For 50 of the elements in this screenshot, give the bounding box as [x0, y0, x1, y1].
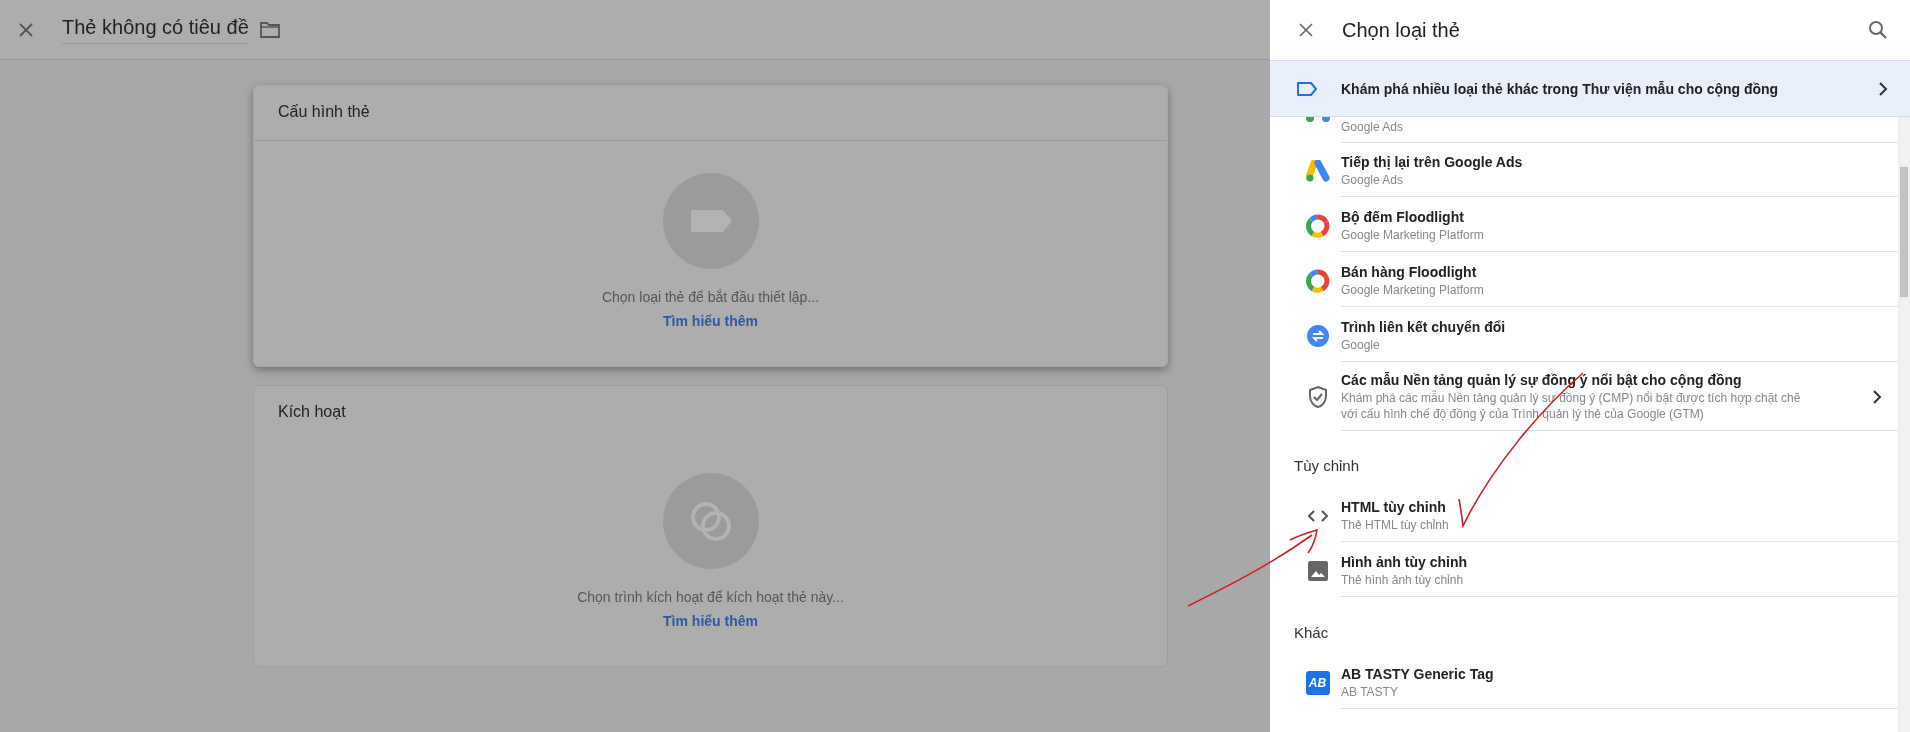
item-subtitle: Google Ads — [1341, 171, 1405, 188]
item-title: Các mẫu Nền tảng quản lý sự đồng ý nổi bật cho cộng đồng — [1341, 372, 1743, 388]
tag-type-item[interactable]: Tiếp thị lại trên Google Ads Google Ads — [1294, 143, 1898, 198]
tag-type-item[interactable]: Trình liên kết chuyển đổi Google — [1294, 308, 1898, 363]
item-subtitle: Khám phá các mẫu Nền tảng quản lý sự đồng ý (CMP) nổi bật được tích hợp chặt chẽ với cấu hình chế độ đồng ý của Trình quản lý thẻ của Google (GTM) — [1341, 390, 1802, 422]
item-subtitle: Google Marketing Platform — [1341, 226, 1485, 243]
item-subtitle: AB TASTY — [1341, 683, 1399, 700]
card-title: Cấu hình thẻ — [254, 86, 1167, 141]
item-title: AB TASTY Generic Tag — [1341, 665, 1495, 682]
folder-icon[interactable] — [258, 20, 281, 39]
card-prompt: Chọn loại thẻ để bắt đầu thiết lập... — [601, 289, 820, 305]
community-gallery-banner[interactable]: Khám phá nhiều loại thẻ khác trong Thư viện mẫu cho cộng đồng — [1270, 60, 1910, 117]
section-heading: Tùy chỉnh — [1294, 456, 1361, 476]
chevron-right-icon — [1878, 81, 1888, 96]
tag-name-field[interactable]: Thẻ không có tiêu đề — [62, 15, 249, 44]
item-subtitle: Google Ads — [1341, 119, 1405, 135]
swap-arrows-icon — [1305, 323, 1330, 348]
item-subtitle: Google — [1341, 336, 1381, 353]
panel-title: Chọn loại thẻ — [1342, 18, 1461, 42]
shield-check-icon — [1307, 385, 1328, 409]
item-subtitle: Google Marketing Platform — [1341, 281, 1485, 298]
item-subtitle: Thẻ hình ảnh tùy chỉnh — [1341, 571, 1465, 588]
item-title: Trình liên kết chuyển đổi — [1341, 318, 1507, 335]
dots-icon — [1305, 117, 1330, 123]
search-icon[interactable] — [1868, 20, 1888, 40]
tag-type-item[interactable]: HTML tùy chỉnh Thẻ HTML tùy chỉnh — [1294, 488, 1898, 543]
ab-logo-icon: AB — [1305, 670, 1330, 695]
code-brackets-icon — [1306, 508, 1329, 523]
tag-icon — [1296, 80, 1318, 97]
section-heading: Khác — [1294, 623, 1330, 643]
tag-type-item[interactable]: Bán hàng Floodlight Google Marketing Platform — [1294, 253, 1898, 308]
ring-logo-icon — [1305, 268, 1330, 293]
item-subtitle: Thẻ HTML tùy chỉnh — [1341, 516, 1450, 533]
scrollbar-thumb[interactable] — [1900, 167, 1908, 297]
ring-logo-icon — [1305, 213, 1330, 238]
tag-type-item[interactable]: AB AB TASTY Generic Tag AB TASTY — [1294, 655, 1898, 710]
tag-type-item[interactable]: Hình ảnh tùy chỉnh Thẻ hình ảnh tùy chỉnh — [1294, 543, 1898, 598]
close-icon[interactable] — [1298, 22, 1314, 38]
item-title: Tiếp thị lại trên Google Ads — [1341, 153, 1524, 170]
item-title: HTML tùy chỉnh — [1341, 498, 1447, 515]
image-icon — [1307, 560, 1328, 581]
card-title: Kích hoạt — [277, 402, 347, 422]
tag-type-item[interactable]: Bộ đếm Floodlight Google Marketing Platform — [1294, 198, 1898, 253]
item-title: Hình ảnh tùy chỉnh — [1341, 553, 1468, 570]
item-title: Bán hàng Floodlight — [1341, 263, 1478, 280]
tag-type-item[interactable]: Google Ads — [1294, 117, 1898, 143]
ads-logo-icon — [1305, 159, 1330, 182]
card-prompt: Chọn trình kích hoạt để kích hoạt thẻ này... — [577, 589, 844, 605]
close-icon[interactable] — [18, 21, 34, 38]
item-title: Bộ đếm Floodlight — [1341, 208, 1465, 225]
